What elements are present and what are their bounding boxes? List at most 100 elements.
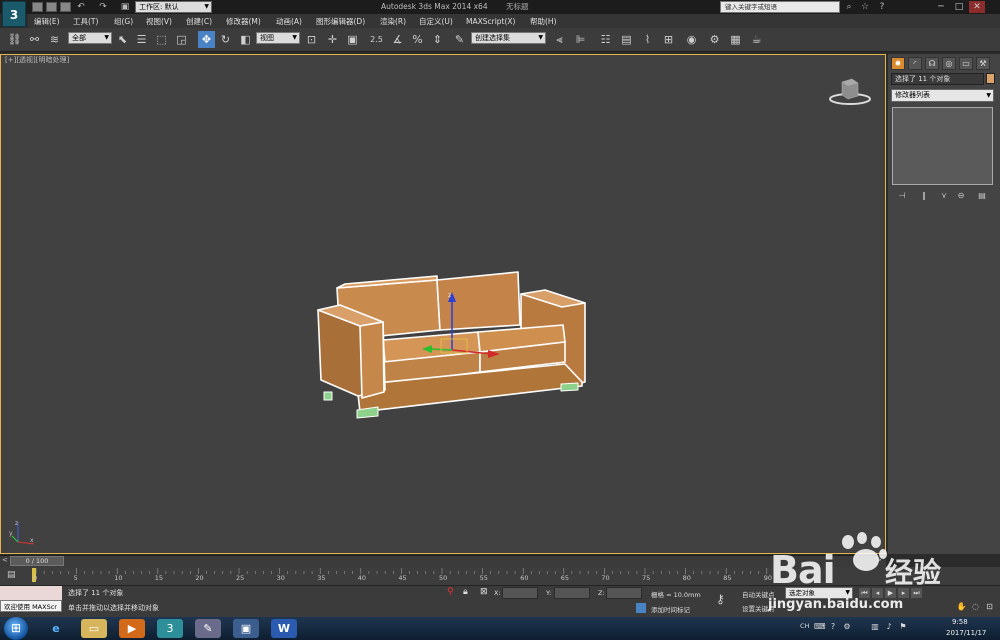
- select-scale-icon[interactable]: ◧: [237, 31, 254, 48]
- spinner-snap-icon[interactable]: ⇕: [429, 31, 446, 48]
- menu-graph-editors[interactable]: 图形编辑器(D): [316, 16, 365, 27]
- reference-coord-dropdown[interactable]: 视图 ▼: [256, 32, 300, 44]
- modify-tab-icon[interactable]: ◜: [908, 57, 922, 70]
- angle-snap-icon[interactable]: ∡: [389, 31, 406, 48]
- screenshot-app-icon[interactable]: ▣: [233, 619, 259, 638]
- keyboard-icon[interactable]: ⌨: [814, 622, 826, 632]
- close-button[interactable]: ✕: [969, 1, 985, 13]
- binoculars-icon[interactable]: ⌕: [844, 2, 854, 12]
- time-slider-thumb[interactable]: 0 / 100: [10, 556, 64, 566]
- new-file-icon[interactable]: [32, 2, 43, 12]
- menu-customize[interactable]: 自定义(U): [419, 16, 453, 27]
- render-teapot-icon[interactable]: ☕: [748, 31, 765, 48]
- menu-animation[interactable]: 动画(A): [276, 16, 302, 27]
- snap-toggle[interactable]: 2.5: [368, 31, 385, 48]
- clock-date[interactable]: 2017/11/17: [946, 629, 986, 637]
- help-icon[interactable]: ?: [877, 2, 887, 12]
- menu-edit[interactable]: 编辑(E): [34, 16, 60, 27]
- curve-editor-icon[interactable]: ⌇: [639, 31, 656, 48]
- menu-help[interactable]: 帮助(H): [530, 16, 557, 27]
- modifier-list-dropdown[interactable]: 修改器列表 ▼: [891, 89, 994, 102]
- menu-group[interactable]: 组(G): [114, 16, 133, 27]
- x-coord-input[interactable]: [502, 587, 538, 599]
- open-file-icon[interactable]: [46, 2, 57, 12]
- menu-create[interactable]: 创建(C): [186, 16, 212, 27]
- menu-modifiers[interactable]: 修改器(M): [226, 16, 261, 27]
- maxscript-mini-listener[interactable]: 欢迎使用 MAXScr: [0, 600, 62, 612]
- mirror-icon[interactable]: ⫷: [551, 31, 568, 48]
- transform-mode-icon[interactable]: ⊠: [480, 587, 488, 597]
- maximize-button[interactable]: □: [951, 1, 967, 13]
- schematic-view-icon[interactable]: ⊞: [660, 31, 677, 48]
- save-file-icon[interactable]: [60, 2, 71, 12]
- keyboard-shortcut-icon[interactable]: ▣: [344, 31, 361, 48]
- minimize-button[interactable]: ─: [933, 1, 949, 13]
- volume-icon[interactable]: ♪: [884, 622, 894, 632]
- menu-rendering[interactable]: 渲染(R): [380, 16, 406, 27]
- hierarchy-tab-icon[interactable]: ☊: [925, 57, 939, 70]
- menu-maxscript[interactable]: MAXScript(X): [466, 16, 515, 27]
- rect-selection-icon[interactable]: ⬚: [153, 31, 170, 48]
- select-by-name-icon[interactable]: ☰: [133, 31, 150, 48]
- app-logo-button[interactable]: 3: [2, 1, 26, 27]
- display-tab-icon[interactable]: ▭: [959, 57, 973, 70]
- motion-tab-icon[interactable]: ◎: [942, 57, 956, 70]
- settings-tray-icon[interactable]: ⚙: [842, 622, 852, 632]
- flag-icon[interactable]: ⚑: [898, 622, 908, 632]
- object-color-swatch[interactable]: [986, 73, 995, 84]
- viewcube-icon[interactable]: [826, 76, 874, 108]
- add-time-tag-button[interactable]: 添加时间标记: [651, 604, 690, 614]
- select-rotate-icon[interactable]: ↻: [217, 31, 234, 48]
- window-crossing-icon[interactable]: ◲: [173, 31, 190, 48]
- maxscript-listener-input[interactable]: [0, 586, 62, 600]
- named-selection-dropdown[interactable]: 创建选择集 ▼: [471, 32, 546, 44]
- z-coord-input[interactable]: [606, 587, 642, 599]
- help-search-input[interactable]: 键入关键字或短语: [720, 1, 840, 13]
- percent-snap-icon[interactable]: %: [409, 31, 426, 48]
- viewport-label[interactable]: [+][透视][明暗处理]: [5, 55, 69, 65]
- word-icon[interactable]: W: [271, 619, 297, 638]
- modifier-stack[interactable]: [892, 107, 993, 185]
- star-icon[interactable]: ☆: [860, 2, 870, 12]
- mini-curve-editor-icon[interactable]: ▤: [7, 570, 16, 580]
- select-manipulate-icon[interactable]: ✛: [324, 31, 341, 48]
- workspace-dropdown[interactable]: 工作区: 默认 ▼: [135, 1, 212, 13]
- redo-icon[interactable]: ↷: [98, 2, 108, 12]
- select-move-icon[interactable]: ✥: [198, 31, 215, 48]
- layer-manager-icon[interactable]: ☷: [597, 31, 614, 48]
- object-name-field[interactable]: 选择了 11 个对象: [891, 73, 984, 85]
- utilities-tab-icon[interactable]: ⚒: [976, 57, 990, 70]
- input-language[interactable]: CH: [800, 622, 809, 630]
- select-object-icon[interactable]: ⬉: [114, 31, 131, 48]
- selection-filter-dropdown[interactable]: 全部 ▼: [68, 32, 112, 44]
- hold-icon[interactable]: ▣: [120, 2, 130, 12]
- edit-named-selection-icon[interactable]: ✎: [451, 31, 468, 48]
- time-slider[interactable]: [0, 555, 886, 567]
- 3dsmax-taskbar-icon[interactable]: 3: [157, 619, 183, 638]
- rendered-frame-icon[interactable]: ▦: [727, 31, 744, 48]
- link-icon[interactable]: ⛓: [6, 31, 23, 48]
- clock-time[interactable]: 9:58: [952, 618, 968, 626]
- undo-icon[interactable]: ↶: [76, 2, 86, 12]
- bind-spacewarp-icon[interactable]: ≋: [46, 31, 63, 48]
- unlink-icon[interactable]: ⚯: [26, 31, 43, 48]
- start-button[interactable]: ⊞: [4, 617, 28, 640]
- isolate-icon[interactable]: ⚲: [447, 587, 454, 597]
- menu-views[interactable]: 视图(V): [146, 16, 172, 27]
- show-end-result-icon[interactable]: ‖: [918, 190, 930, 201]
- material-editor-icon[interactable]: ◉: [683, 31, 700, 48]
- explorer-icon[interactable]: ▭: [81, 619, 107, 638]
- ie-icon[interactable]: e: [43, 619, 69, 638]
- sofa-model[interactable]: z: [300, 270, 600, 430]
- prev-frame-icon[interactable]: <: [2, 556, 8, 564]
- render-setup-icon[interactable]: ⚙: [706, 31, 723, 48]
- pivot-center-icon[interactable]: ⊡: [303, 31, 320, 48]
- key-icon[interactable]: ⚷: [716, 592, 725, 606]
- time-tag-icon[interactable]: [636, 603, 646, 613]
- media-player-icon[interactable]: ▶: [119, 619, 145, 638]
- create-tab-icon[interactable]: ✹: [891, 57, 905, 70]
- configure-modifier-sets-icon[interactable]: ▤: [976, 190, 988, 201]
- graphite-tools-icon[interactable]: ▤: [618, 31, 635, 48]
- help-tray-icon[interactable]: ?: [828, 622, 838, 632]
- pin-stack-icon[interactable]: ⊣: [896, 190, 908, 201]
